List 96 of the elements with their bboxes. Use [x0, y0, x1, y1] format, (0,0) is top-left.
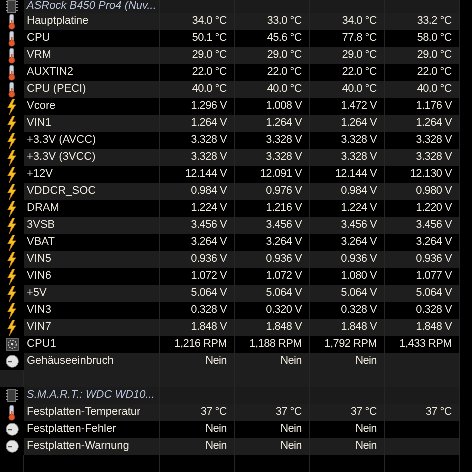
sensor-value: Nein	[160, 438, 235, 455]
sensor-value: 3.328 V	[235, 149, 310, 166]
sensor-label: +3.3V (3VCC)	[24, 149, 160, 166]
sensor-value: 1.848 V	[160, 319, 235, 336]
lightning-icon	[7, 286, 17, 302]
sensor-group-title[interactable]: S.M.A.R.T.: WDC WD10...	[24, 387, 160, 404]
thermometer-icon	[7, 82, 17, 98]
lightning-icon	[7, 218, 17, 234]
sensor-value: 3.456 V	[160, 217, 235, 234]
chip-icon	[6, 388, 18, 402]
sensor-value: 5.064 V	[310, 285, 385, 302]
lightning-icon	[7, 132, 17, 148]
sensor-value: 33.0 °C	[235, 13, 310, 30]
sensor-label: 3VSB	[24, 217, 160, 234]
sensor-label: VIN7	[24, 319, 160, 336]
lightning-icon	[7, 116, 17, 132]
sensor-value: Nein	[310, 353, 385, 370]
sensor-value: 37 °C	[235, 404, 310, 421]
lightning-icon	[7, 200, 17, 216]
sensor-value: 1.848 V	[235, 319, 310, 336]
sensor-label: VIN6	[24, 268, 160, 285]
sensor-value: 3.328 V	[310, 149, 385, 166]
thermometer-icon	[7, 64, 17, 80]
sensor-value: 3.456 V	[235, 217, 310, 234]
sensor-value: 3.328 V	[385, 149, 460, 166]
sensor-label: CPU (PECI)	[24, 81, 160, 98]
sensor-value: 1.264 V	[160, 115, 235, 132]
sensor-value: 33.2 °C	[385, 13, 460, 30]
sensor-value: 3.456 V	[385, 217, 460, 234]
sensor-label: Vcore	[24, 98, 160, 115]
sensor-value: 29.0 °C	[385, 47, 460, 64]
sensor-value: 40.0 °C	[310, 81, 385, 98]
sensor-value: 0.980 V	[385, 183, 460, 200]
sensor-label: VRM	[24, 47, 160, 64]
sensor-group-title[interactable]: ASRock B450 Pro4 (Nuv...	[24, 0, 160, 13]
sensor-label: VIN3	[24, 302, 160, 319]
sensor-value: 29.0 °C	[160, 47, 235, 64]
sensor-value: 0.936 V	[235, 251, 310, 268]
lightning-icon	[7, 150, 17, 166]
sensor-value: 1.848 V	[385, 319, 460, 336]
sensor-value: 0.984 V	[310, 183, 385, 200]
sensor-label: VBAT	[24, 234, 160, 251]
sensor-label: Festplatten-Warnung	[24, 438, 160, 455]
thermometer-icon	[7, 14, 17, 30]
sensor-value: Nein	[310, 438, 385, 455]
sensor-label: Hauptplatine	[24, 13, 160, 30]
lightning-icon	[7, 302, 17, 318]
sensor-value: 3.456 V	[310, 217, 385, 234]
sensor-value: 34.0 °C	[310, 13, 385, 30]
gauge-icon	[6, 440, 18, 453]
lightning-icon	[7, 234, 17, 250]
sensor-value: 1.264 V	[385, 115, 460, 132]
sensor-label: Festplatten-Temperatur	[24, 404, 160, 421]
sensor-value: 5.064 V	[235, 285, 310, 302]
sensor-value: 0.936 V	[385, 251, 460, 268]
sensor-value: 37 °C	[160, 404, 235, 421]
sensor-label: VIN5	[24, 251, 160, 268]
sensor-value: 0.976 V	[235, 183, 310, 200]
sensor-value: 0.984 V	[160, 183, 235, 200]
sensor-value: Nein	[235, 353, 310, 370]
sensor-value: 40.0 °C	[385, 81, 460, 98]
sensor-value: 5.064 V	[160, 285, 235, 302]
lightning-icon	[7, 320, 17, 336]
sensor-value: 1.264 V	[310, 115, 385, 132]
fan-icon	[6, 338, 18, 351]
sensor-label: VDDCR_SOC	[24, 183, 160, 200]
sensor-value: Nein	[160, 353, 235, 370]
sensor-value: 40.0 °C	[160, 81, 235, 98]
sensor-value: 0.936 V	[160, 251, 235, 268]
sensor-value: 1.848 V	[310, 319, 385, 336]
sensor-value: Nein	[235, 438, 310, 455]
sensor-value: 29.0 °C	[235, 47, 310, 64]
sensor-value: 0.936 V	[310, 251, 385, 268]
gauge-icon	[6, 355, 18, 368]
sensor-value: 34.0 °C	[160, 13, 235, 30]
sensor-value: 40.0 °C	[235, 81, 310, 98]
sensor-label: VIN1	[24, 115, 160, 132]
chip-icon	[6, 0, 18, 13]
sensor-value: 5.064 V	[385, 285, 460, 302]
lightning-icon	[7, 98, 17, 114]
thermometer-icon	[7, 48, 17, 64]
lightning-icon	[7, 268, 17, 284]
thermometer-icon	[7, 404, 17, 420]
lightning-icon	[7, 252, 17, 268]
thermometer-icon	[7, 30, 17, 46]
gauge-icon	[6, 423, 18, 436]
sensor-value: 37 °C	[310, 404, 385, 421]
sensor-value: 3.328 V	[160, 149, 235, 166]
sensor-label: +5V	[24, 285, 160, 302]
lightning-icon	[7, 184, 17, 200]
sensor-value: 1.264 V	[235, 115, 310, 132]
sensor-value: 29.0 °C	[310, 47, 385, 64]
sensor-value: 37 °C	[385, 404, 460, 421]
sensor-label: Gehäuseeinbruch	[24, 353, 160, 370]
sensor-label: AUXTIN2	[24, 64, 160, 81]
lightning-icon	[7, 166, 17, 182]
